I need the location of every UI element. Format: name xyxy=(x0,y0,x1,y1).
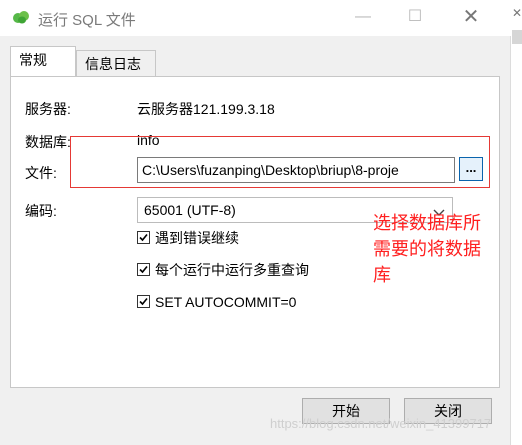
annotation-highlight-box xyxy=(70,136,490,188)
background-window-icon xyxy=(512,30,522,44)
file-label: 文件: xyxy=(25,165,57,181)
multi-query-label: 每个运行中运行多重查询 xyxy=(155,262,309,278)
close-window-button[interactable]: ✕ xyxy=(448,0,494,34)
watermark-text: https://blog.csdn.net/weixin_41399717 xyxy=(270,416,492,431)
continue-on-error-checkbox[interactable] xyxy=(137,231,150,244)
window-title: 运行 SQL 文件 xyxy=(38,12,136,29)
title-bar: 运行 SQL 文件 — ☐ ✕ xyxy=(0,0,510,37)
checkmark-icon xyxy=(139,233,148,242)
autocommit-checkbox[interactable] xyxy=(137,295,150,308)
checkmark-icon xyxy=(139,265,148,274)
encoding-label: 编码: xyxy=(25,203,57,219)
server-label: 服务器: xyxy=(25,101,71,117)
annotation-note: 选择数据库所需要的将数据库 xyxy=(373,213,481,285)
checkmark-icon xyxy=(139,297,148,306)
background-close-icon: ✕ xyxy=(512,6,522,20)
server-value: 云服务器121.199.3.18 xyxy=(137,101,275,117)
continue-on-error-label: 遇到错误继续 xyxy=(155,230,239,246)
minimize-button[interactable]: — xyxy=(340,0,386,34)
screenshot-page: 运行 SQL 文件 — ☐ ✕ 常规 信息日志 服务器: 云服务器121.199… xyxy=(0,0,522,445)
tab-general[interactable]: 常规 xyxy=(10,46,76,76)
background-window-strip xyxy=(511,0,522,445)
navicat-leaf-icon xyxy=(12,10,30,24)
database-label: 数据库: xyxy=(25,134,71,150)
encoding-selected-value: 65001 (UTF-8) xyxy=(144,202,236,218)
autocommit-label: SET AUTOCOMMIT=0 xyxy=(155,294,297,310)
multi-query-checkbox[interactable] xyxy=(137,263,150,276)
tab-info-log[interactable]: 信息日志 xyxy=(76,50,156,76)
maximize-button[interactable]: ☐ xyxy=(392,0,438,34)
